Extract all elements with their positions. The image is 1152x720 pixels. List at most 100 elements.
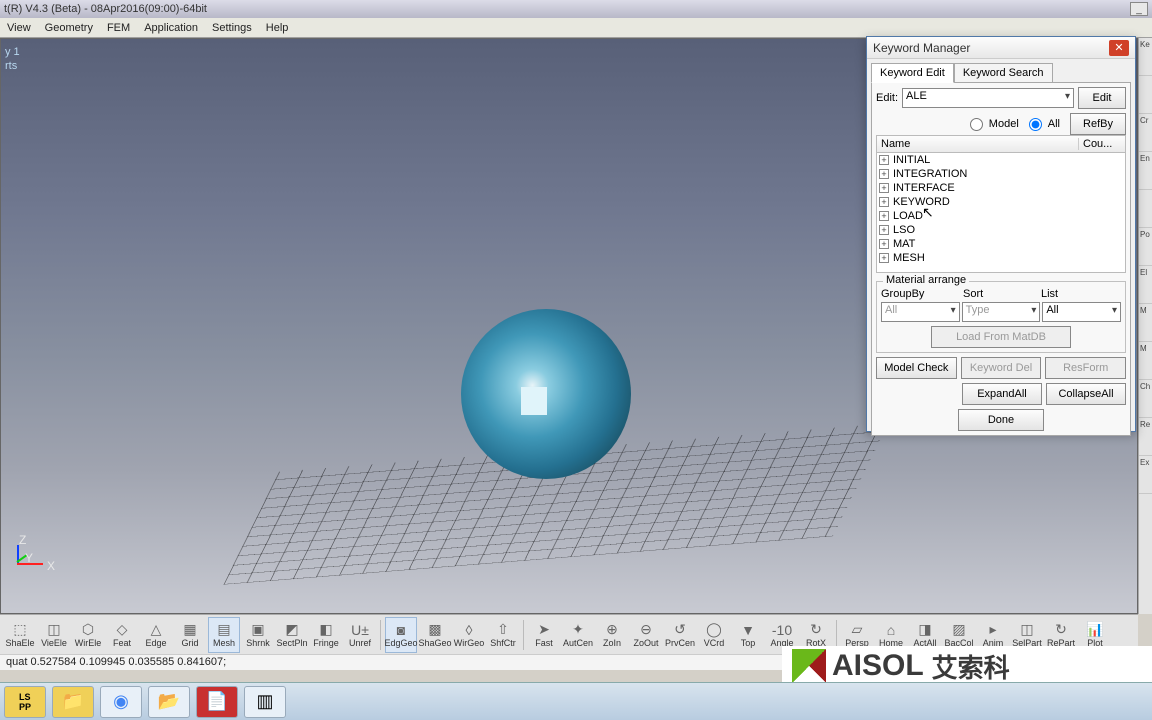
toolbtn-mesh[interactable]: ▤Mesh [208,617,240,653]
feat-icon: ◇ [113,622,131,638]
repart-icon: ↻ [1052,622,1070,638]
toolbtn-sectpln[interactable]: ◩SectPln [276,617,308,653]
toolbtn-wirele[interactable]: ⬡WirEle [72,617,104,653]
toolbtn-prvcen[interactable]: ↺PrvCen [664,617,696,653]
zoin-icon: ⊕ [603,622,621,638]
refby-button[interactable]: RefBy [1070,113,1126,135]
tab-keyword-search[interactable]: Keyword Search [954,63,1053,83]
baccol-icon: ▨ [950,622,968,638]
all-radio-label: All [1048,118,1060,130]
edit-button[interactable]: Edit [1078,87,1126,109]
wirgeo-icon: ◊ [460,622,478,638]
taskbar-pdf[interactable]: 📄 [196,686,238,718]
toolbtn-vcrd[interactable]: ◯VCrd [698,617,730,653]
tree-item-keyword[interactable]: +KEYWORD [877,195,1125,209]
menu-settings[interactable]: Settings [205,20,259,36]
toolbtn-shfctr[interactable]: ⇧ShfCtr [487,617,519,653]
toolbtn-fringe[interactable]: ◧Fringe [310,617,342,653]
top-icon: ▼ [739,622,757,638]
axis-z-label: Z [19,533,26,547]
menu-help[interactable]: Help [259,20,296,36]
expand-icon[interactable]: + [879,197,889,207]
expand-icon[interactable]: + [879,225,889,235]
expand-icon[interactable]: + [879,239,889,249]
list-combo[interactable]: All [1042,302,1121,322]
all-radio[interactable] [1029,118,1042,131]
taskbar-app-ls[interactable]: LSPP [4,686,46,718]
mesh-sphere [461,309,631,479]
menu-fem[interactable]: FEM [100,20,137,36]
toolbtn-label: PrvCen [665,638,695,648]
tree-col-count[interactable]: Cou... [1079,138,1125,150]
groupby-combo[interactable]: All [881,302,960,322]
resform-button[interactable]: ResForm [1045,357,1126,379]
tab-keyword-edit[interactable]: Keyword Edit [871,63,954,83]
keyword-del-button[interactable]: Keyword Del [961,357,1042,379]
expand-icon[interactable]: + [879,253,889,263]
sectpln-icon: ◩ [283,622,301,638]
model-radio-label: Model [989,118,1019,130]
logo-icon [792,649,826,683]
toolbtn-fast[interactable]: ➤Fast [528,617,560,653]
fringe-icon: ◧ [317,622,335,638]
toolbtn-edge[interactable]: △Edge [140,617,172,653]
tree-col-name[interactable]: Name [877,138,1079,150]
toolbtn-feat[interactable]: ◇Feat [106,617,138,653]
dialog-close-button[interactable]: ✕ [1109,40,1129,56]
window-titlebar: t(R) V4.3 (Beta) - 08Apr2016(09:00)-64bi… [0,0,1152,18]
tree-item-load[interactable]: +LOAD [877,209,1125,223]
tree-item-integration[interactable]: +INTEGRATION [877,167,1125,181]
tree-item-mat[interactable]: +MAT [877,237,1125,251]
done-button[interactable]: Done [958,409,1044,431]
expand-icon[interactable]: + [879,183,889,193]
window-minimize-button[interactable]: _ [1130,2,1148,16]
expand-all-button[interactable]: ExpandAll [962,383,1042,405]
taskbar-app[interactable]: ▥ [244,686,286,718]
toolbtn-shaele[interactable]: ⬚ShaEle [4,617,36,653]
menu-geometry[interactable]: Geometry [38,20,100,36]
toolbtn-zoin[interactable]: ⊕ZoIn [596,617,628,653]
toolbtn-autcen[interactable]: ✦AutCen [562,617,594,653]
shageo-icon: ▩ [426,622,444,638]
taskbar-chrome[interactable]: ◉ [100,686,142,718]
tree-item-mesh[interactable]: +MESH [877,251,1125,265]
sort-label: Sort [963,288,1041,300]
toolbtn-top[interactable]: ▼Top [732,617,764,653]
status-text: quat 0.527584 0.109945 0.035585 0.841607… [6,656,226,668]
load-matdb-button[interactable]: Load From MatDB [931,326,1071,348]
model-check-button[interactable]: Model Check [876,357,957,379]
edit-keyword-combo[interactable]: ALE [902,88,1074,108]
toolbtn-shrnk[interactable]: ▣Shrnk [242,617,274,653]
viewport-overlay-text: y 1 rts [5,45,20,73]
keyword-manager-dialog: Keyword Manager ✕ Keyword Edit Keyword S… [866,36,1136,432]
toolbtn-label: Edge [145,638,166,648]
toolbtn-label: Shrnk [246,638,270,648]
expand-icon[interactable]: + [879,169,889,179]
tree-item-lso[interactable]: +LSO [877,223,1125,237]
menu-application[interactable]: Application [137,20,205,36]
toolbtn-grid[interactable]: ▦Grid [174,617,206,653]
vieele-icon: ◫ [45,622,63,638]
toolbtn-zoout[interactable]: ⊖ZoOut [630,617,662,653]
toolbtn-vieele[interactable]: ◫VieEle [38,617,70,653]
material-arrange-group: Material arrange GroupBy Sort List All T… [876,281,1126,353]
keyword-tree[interactable]: +INITIAL +INTEGRATION +INTERFACE +KEYWOR… [876,153,1126,273]
tree-item-interface[interactable]: +INTERFACE [877,181,1125,195]
collapse-all-button[interactable]: CollapseAll [1046,383,1126,405]
expand-icon[interactable]: + [879,211,889,221]
toolbtn-edggeo[interactable]: ◙EdgGeo [385,617,417,653]
toolbtn-label: ShfCtr [490,638,516,648]
model-radio[interactable] [970,118,983,131]
taskbar-app-folder[interactable]: 📁 [52,686,94,718]
sort-combo[interactable]: Type [962,302,1041,322]
taskbar-explorer[interactable]: 📂 [148,686,190,718]
expand-icon[interactable]: + [879,155,889,165]
toolbtn-shageo[interactable]: ▩ShaGeo [419,617,451,653]
menu-view[interactable]: View [0,20,38,36]
toolbtn-label: EdgGeo [384,638,417,648]
toolbtn-unref[interactable]: U±Unref [344,617,376,653]
tree-item-initial[interactable]: +INITIAL [877,153,1125,167]
axis-x-label: X [47,559,55,573]
toolbtn-wirgeo[interactable]: ◊WirGeo [453,617,485,653]
dialog-titlebar[interactable]: Keyword Manager ✕ [867,37,1135,59]
